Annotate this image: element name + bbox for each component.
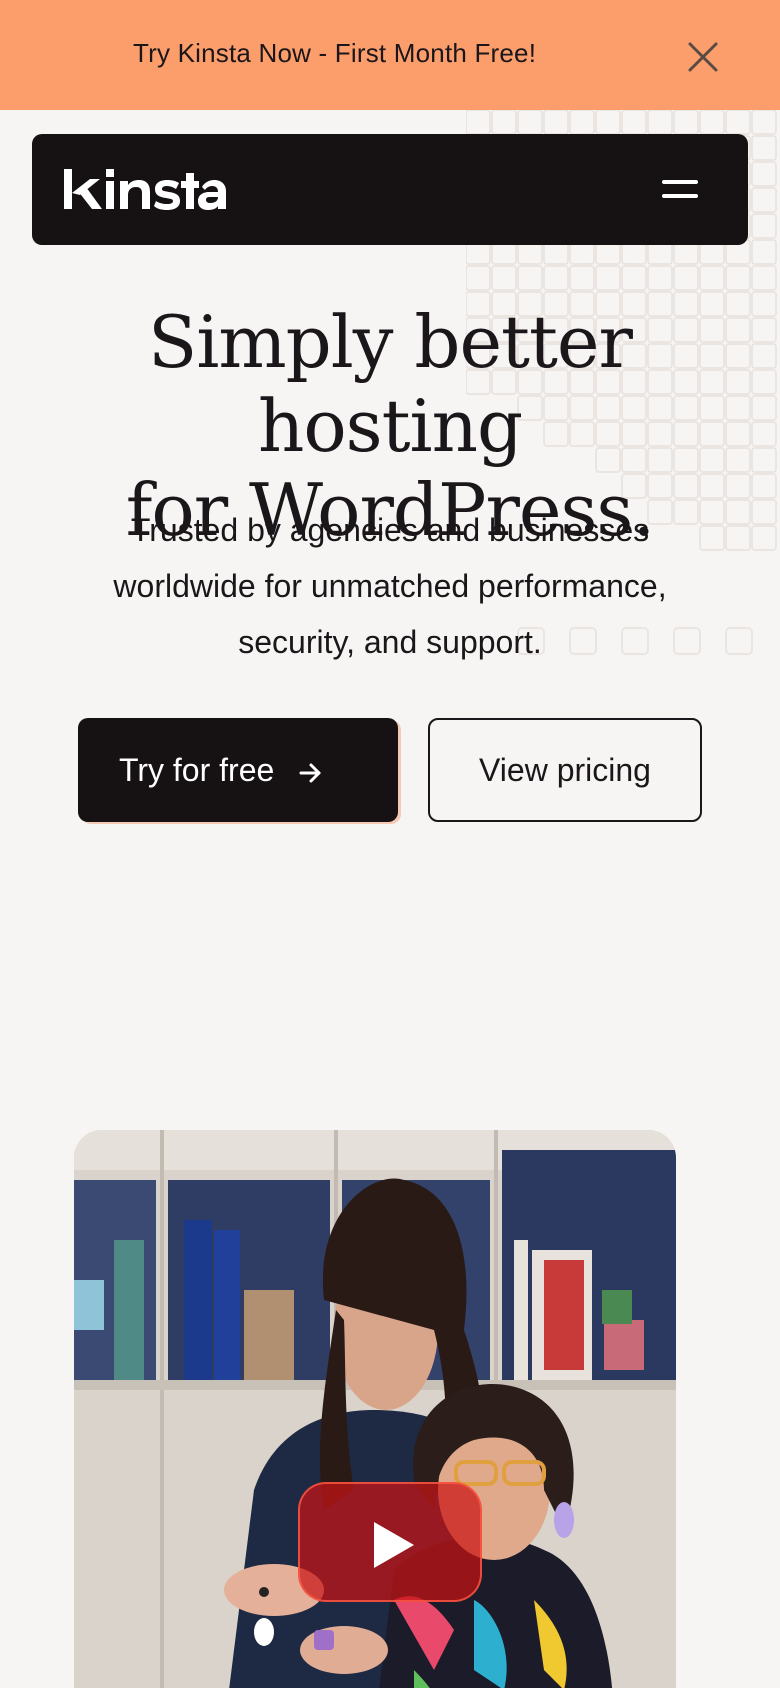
hero-subtitle: Trusted by agencies and businesses world…	[40, 502, 740, 670]
video-thumbnail[interactable]	[74, 1130, 676, 1688]
view-pricing-button[interactable]: View pricing	[428, 718, 702, 822]
play-icon[interactable]	[298, 1482, 482, 1602]
video-still-image	[74, 1130, 676, 1688]
arrow-right-icon	[298, 757, 324, 783]
page: Try Kinsta Now - First Month Free! Simpl…	[0, 0, 780, 1688]
try-for-free-button[interactable]: Try for free	[78, 718, 398, 822]
promo-banner: Try Kinsta Now - First Month Free!	[0, 0, 780, 110]
close-icon[interactable]	[686, 40, 720, 74]
view-pricing-label: View pricing	[479, 751, 651, 788]
hero-subtitle-line-2: worldwide for unmatched performance,	[113, 568, 667, 604]
kinsta-logo[interactable]	[62, 165, 226, 218]
hero-subtitle-line-1: Trusted by agencies and businesses	[130, 512, 650, 548]
try-for-free-label: Try for free	[119, 751, 275, 788]
hero-title-line-1: Simply better hosting	[148, 300, 633, 468]
hamburger-menu-icon[interactable]	[654, 164, 704, 214]
hero-subtitle-line-3: security, and support.	[238, 624, 542, 660]
top-navigation	[32, 134, 748, 245]
promo-link[interactable]: Try Kinsta Now - First Month Free!	[133, 38, 536, 69]
